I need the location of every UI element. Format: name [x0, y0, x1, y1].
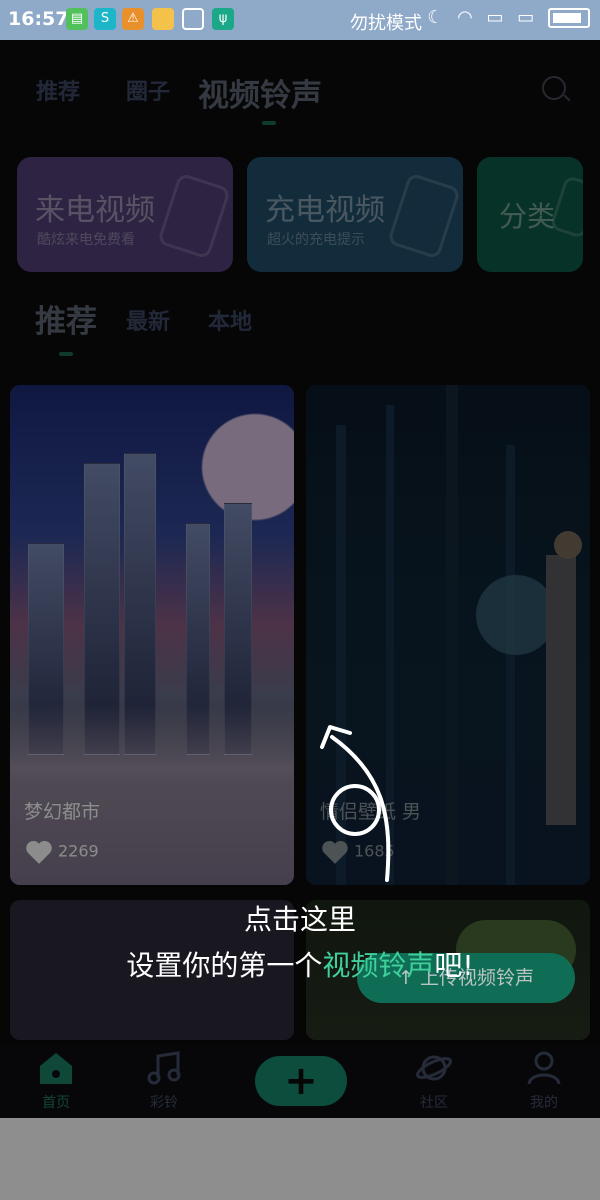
- battery-icon: [548, 8, 590, 28]
- warning-icon: ⚠: [122, 8, 144, 30]
- system-icons: ☾ ◠ ▭ ▭: [427, 7, 590, 28]
- app-notification-icon: ▤: [66, 8, 88, 30]
- status-bar: 16:57 ▤ S ⚠ ψ 勿扰模式 ☾ ◠ ▭ ▭: [0, 0, 600, 40]
- guide-highlight-text: 视频铃声: [322, 949, 435, 982]
- guide-text: 设置你的第一个: [126, 949, 323, 982]
- guide-line-1: 点击这里: [243, 903, 356, 936]
- guide-line-2: 设置你的第一个视频铃声吧!: [0, 944, 600, 984]
- sync-notification-icon: S: [94, 8, 116, 30]
- cleaner-icon: [182, 8, 204, 30]
- app-screen: 16:57 ▤ S ⚠ ψ 勿扰模式 ☾ ◠ ▭ ▭ 推荐 圈子 视频铃声 来电…: [0, 0, 600, 1118]
- status-time: 16:57: [8, 8, 69, 30]
- guide-text: 吧!: [434, 949, 474, 982]
- guide-arrow-icon: [320, 725, 391, 882]
- usb-icon: ψ: [212, 8, 234, 30]
- system-navigation-area: [0, 1118, 600, 1200]
- dnd-status: 勿扰模式: [350, 13, 422, 34]
- nav-dim-overlay: [0, 1044, 600, 1118]
- folder-icon: [152, 8, 174, 30]
